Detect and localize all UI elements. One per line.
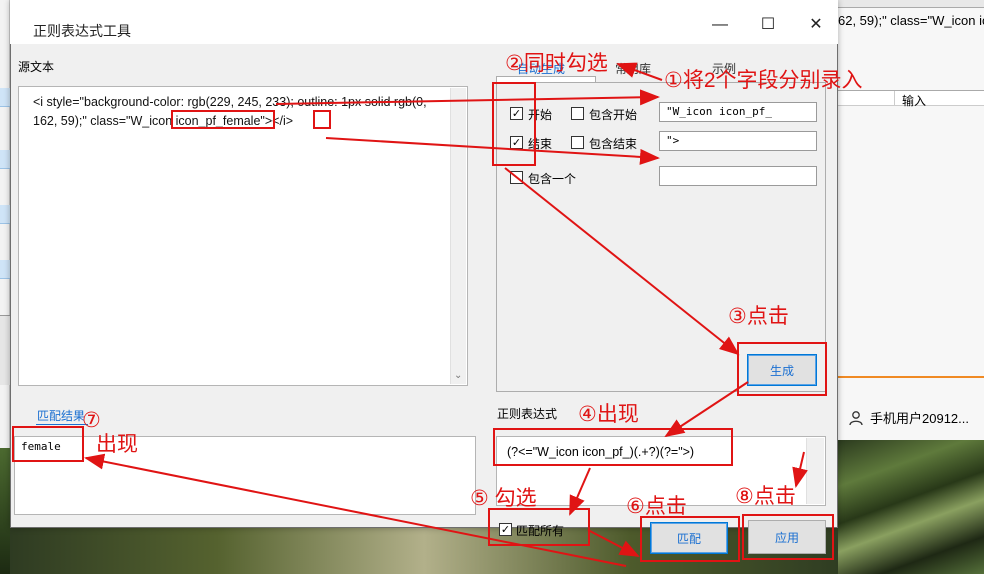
arrow-to-tab [616,62,663,81]
arrow-regex-to-match-all [569,467,591,516]
arrow-match-all-to-match [587,529,640,557]
arrow-end-to-input [325,137,660,165]
arrow-start-to-input [275,89,660,106]
arrow-checkbox-to-generate [504,167,740,356]
arrow-match-to-result [84,453,627,567]
arrow-to-apply [792,451,808,488]
arrow-generate-to-regex [664,381,749,438]
annotation-arrows [84,62,808,567]
